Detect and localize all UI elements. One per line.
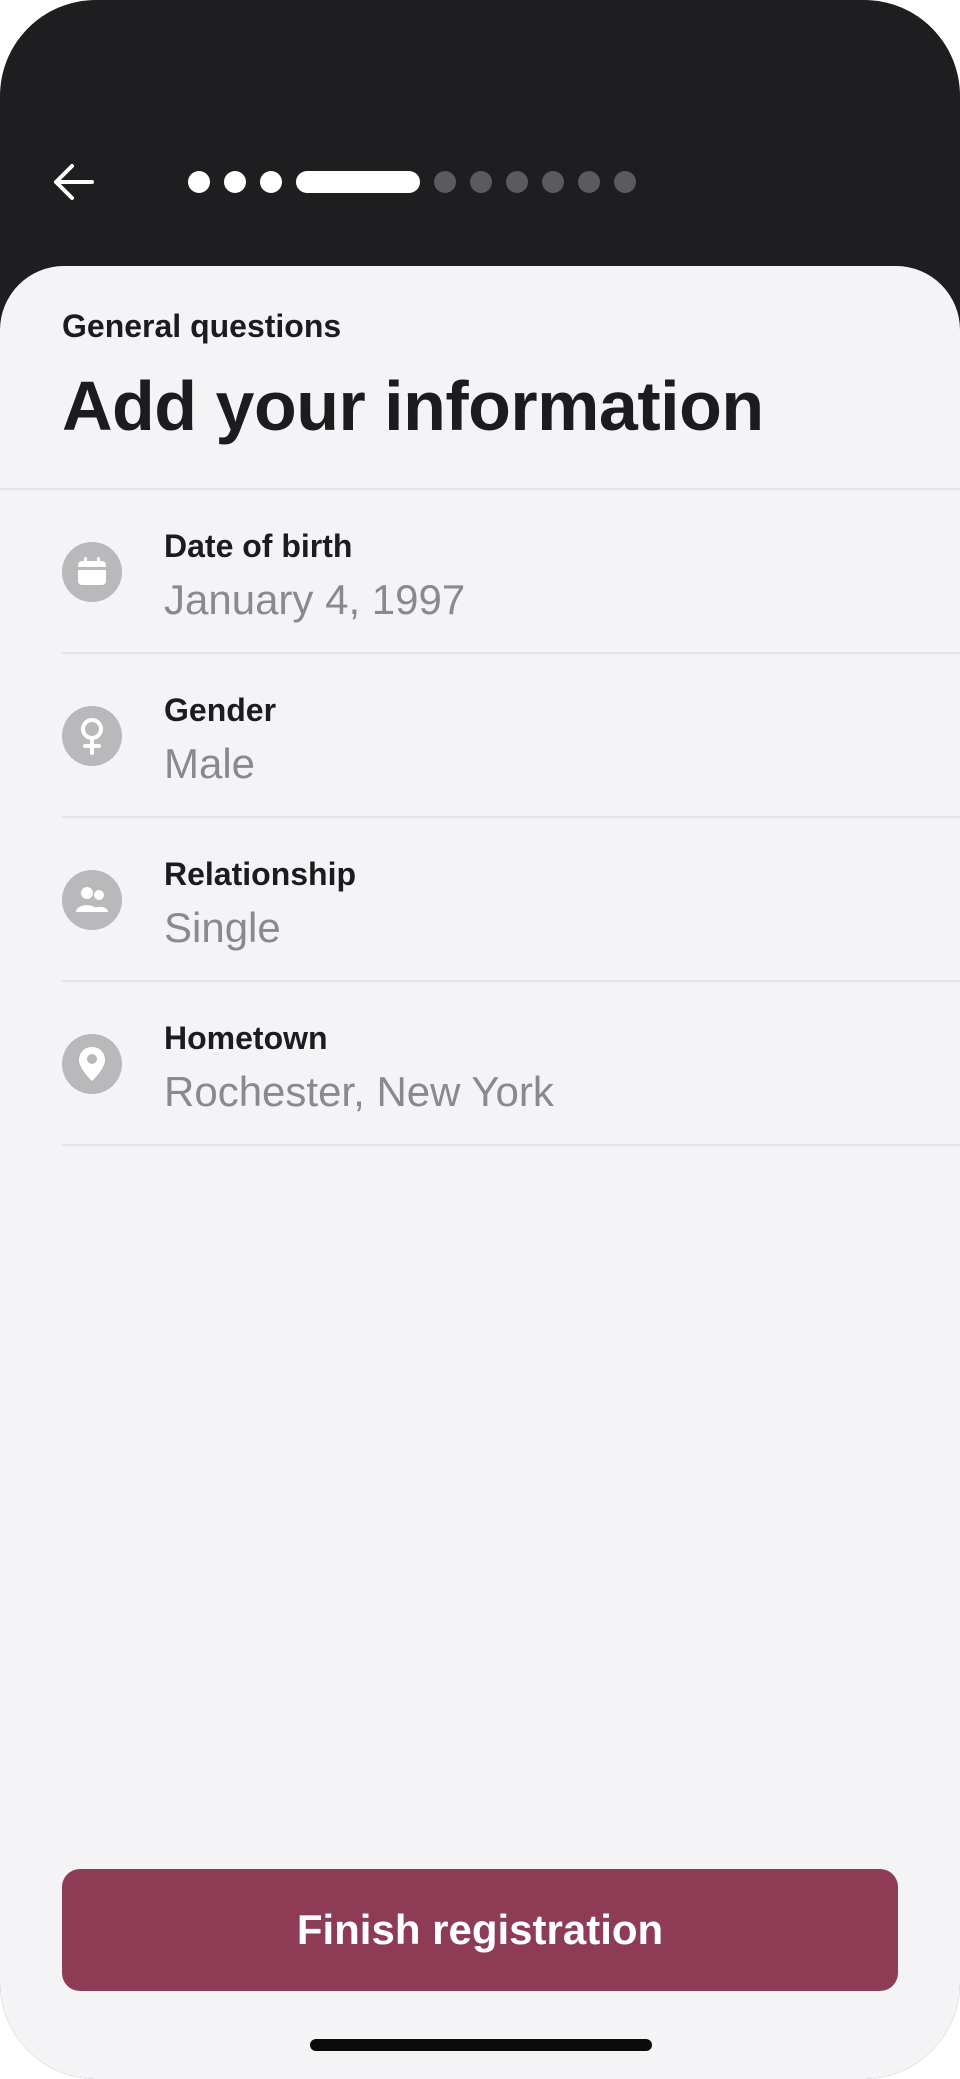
section-eyebrow: General questions [62,308,342,344]
progress-current-step [296,171,420,193]
field-row-gender[interactable]: Gender Male [0,654,960,818]
field-label: Gender [164,692,277,728]
progress-dot-pending [470,171,492,193]
progress-dot-pending [614,171,636,193]
page-title: Add your information [62,367,764,445]
field-label: Relationship [164,856,357,892]
field-value: January 4, 1997 [164,576,466,623]
calendar-icon [62,542,122,602]
divider [62,1144,960,1146]
progress-indicator [188,170,650,194]
progress-dot-done [224,171,246,193]
progress-dot-pending [542,171,564,193]
content-sheet: General questions Add your information D… [0,266,960,2079]
progress-dot-pending [506,171,528,193]
back-button[interactable] [44,150,100,214]
progress-dot-done [188,171,210,193]
home-indicator[interactable] [310,2039,652,2051]
people-icon [62,870,122,930]
progress-dot-pending [578,171,600,193]
field-label: Date of birth [164,528,353,564]
arrow-left-icon [54,164,94,200]
field-row-relationship[interactable]: Relationship Single [0,818,960,982]
field-label: Hometown [164,1020,328,1056]
field-row-hometown[interactable]: Hometown Rochester, New York [0,982,960,1146]
field-row-date-of-birth[interactable]: Date of birth January 4, 1997 [0,490,960,654]
field-value: Single [164,904,281,951]
info-list: Date of birth January 4, 1997 Gender Mal… [0,490,960,1146]
progress-dot-pending [434,171,456,193]
phone-screen: General questions Add your information D… [0,0,960,2079]
location-pin-icon [62,1034,122,1094]
progress-dot-done [260,171,282,193]
gender-icon [62,706,122,766]
top-bar [0,0,960,300]
field-value: Rochester, New York [164,1068,554,1115]
finish-registration-button[interactable]: Finish registration [62,1869,898,1991]
field-value: Male [164,740,256,787]
